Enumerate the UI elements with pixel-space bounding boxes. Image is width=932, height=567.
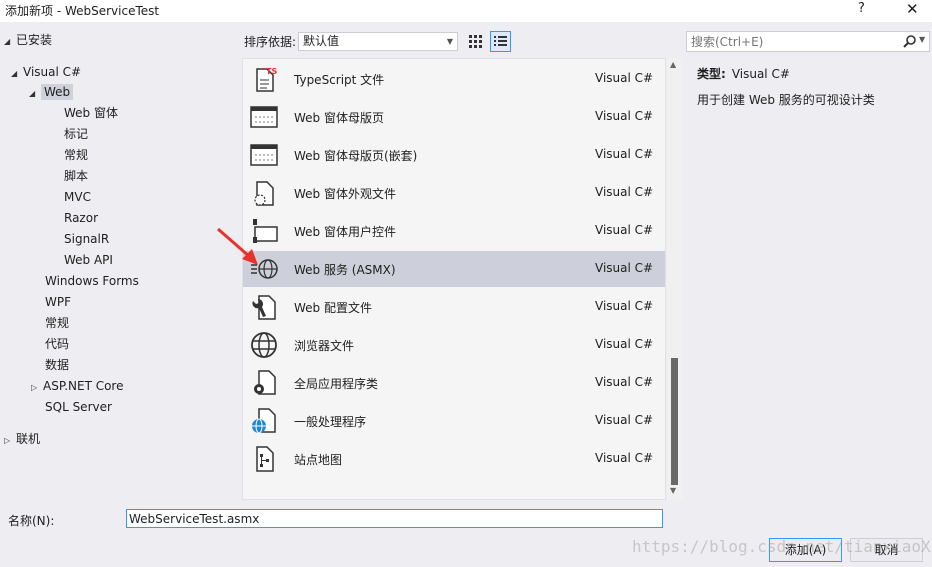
grid-view-icon bbox=[469, 35, 482, 48]
template-name: 全局应用程序类 bbox=[294, 377, 379, 391]
template-row[interactable]: 全局应用程序类 Visual C# bbox=[243, 365, 665, 401]
name-label: 名称(N): bbox=[8, 514, 55, 528]
template-row-selected[interactable]: Web 服务 (ASMX) Visual C# bbox=[243, 251, 665, 287]
template-language: Visual C# bbox=[595, 71, 654, 85]
help-button[interactable]: ? bbox=[858, 1, 865, 16]
tree-node-code[interactable]: 代码 bbox=[45, 334, 69, 354]
template-row[interactable]: Web 窗体母版页(嵌套) Visual C# bbox=[243, 137, 665, 173]
template-language: Visual C# bbox=[595, 337, 654, 351]
template-name: Web 配置文件 bbox=[294, 301, 372, 315]
tree-node-data[interactable]: 数据 bbox=[45, 355, 69, 375]
nested-master-page-icon bbox=[250, 144, 278, 166]
template-language: Visual C# bbox=[595, 147, 654, 161]
skin-file-icon bbox=[254, 181, 274, 206]
template-language: Visual C# bbox=[595, 223, 654, 237]
template-row[interactable]: TS TypeScript 文件 Visual C# bbox=[243, 61, 665, 97]
template-name: Web 窗体母版页 bbox=[294, 111, 384, 125]
template-row[interactable]: Web 配置文件 Visual C# bbox=[243, 289, 665, 325]
generic-handler-icon bbox=[252, 408, 276, 434]
tree-node-web[interactable]: ◢ Web bbox=[29, 82, 74, 104]
tree-node-online[interactable]: ▷ 联机 bbox=[4, 429, 40, 449]
template-language: Visual C# bbox=[595, 109, 654, 123]
sort-label: 排序依据: bbox=[244, 35, 297, 49]
tree-node-sql-server[interactable]: SQL Server bbox=[45, 397, 112, 417]
template-row[interactable]: Web 窗体用户控件 Visual C# bbox=[243, 213, 665, 249]
tree-node-mvc[interactable]: MVC bbox=[64, 187, 91, 207]
template-language: Visual C# bbox=[595, 375, 654, 389]
red-arrow-annotation-icon bbox=[217, 227, 258, 265]
scroll-thumb[interactable] bbox=[671, 358, 678, 485]
details-type: 类型: Visual C# bbox=[697, 65, 790, 82]
tree-node-markup[interactable]: 标记 bbox=[64, 124, 88, 144]
template-language: Visual C# bbox=[595, 413, 654, 427]
web-config-icon bbox=[252, 295, 276, 320]
list-view-button[interactable] bbox=[490, 31, 511, 52]
tree-node-general[interactable]: 常规 bbox=[64, 145, 88, 165]
search-box[interactable]: ▼ bbox=[686, 31, 930, 52]
search-options-dropdown-icon[interactable]: ▼ bbox=[919, 35, 925, 44]
sort-dropdown[interactable]: 默认值 ▼ bbox=[298, 32, 458, 51]
tree-node-script[interactable]: 脚本 bbox=[64, 166, 88, 186]
template-name: Web 窗体母版页(嵌套) bbox=[294, 149, 418, 163]
search-icon[interactable] bbox=[903, 34, 917, 48]
list-view-icon bbox=[494, 36, 507, 46]
template-name: Web 服务 (ASMX) bbox=[294, 263, 396, 277]
tree-node-wpf[interactable]: WPF bbox=[45, 292, 71, 312]
sort-value: 默认值 bbox=[303, 34, 340, 48]
typescript-file-icon: TS bbox=[256, 67, 277, 92]
scroll-down-icon[interactable]: ▼ bbox=[670, 486, 676, 495]
browser-file-icon bbox=[251, 332, 277, 358]
expand-arrow-icon[interactable]: ▷ bbox=[4, 431, 16, 451]
template-language: Visual C# bbox=[595, 185, 654, 199]
title-bar: 添加新项 - WebServiceTest ? ✕ bbox=[0, 0, 932, 22]
template-row[interactable]: 一般处理程序 Visual C# bbox=[243, 403, 665, 439]
tree-node-aspnet-core[interactable]: ▷ ASP.NET Core bbox=[31, 376, 123, 396]
template-list-scrollbar[interactable]: ▲ ▼ bbox=[667, 58, 683, 500]
collapse-arrow-icon[interactable]: ◢ bbox=[4, 32, 16, 52]
template-list: TS TypeScript 文件 Visual C# Web 窗体母版页 Vis… bbox=[242, 58, 666, 500]
template-name: Web 窗体外观文件 bbox=[294, 187, 396, 201]
sitemap-icon bbox=[256, 446, 274, 472]
tree-node-general-2[interactable]: 常规 bbox=[45, 313, 69, 333]
tree-node-signalr[interactable]: SignalR bbox=[64, 229, 109, 249]
expand-arrow-icon[interactable]: ▷ bbox=[31, 378, 43, 398]
name-input[interactable] bbox=[126, 509, 663, 528]
watermark: https://blog.csdn.net/tianxiaoXiaZ bbox=[632, 537, 932, 556]
template-language: Visual C# bbox=[595, 299, 654, 313]
template-name: Web 窗体用户控件 bbox=[294, 225, 396, 239]
master-page-icon bbox=[250, 106, 278, 128]
details-type-label: 类型: bbox=[697, 67, 726, 81]
window-title: 添加新项 - WebServiceTest bbox=[5, 4, 160, 18]
category-tree: ◢ 已安装 ◢ Visual C# ◢ Web Web 窗体 标记 常规 脚本 MVC… bbox=[0, 26, 240, 502]
svg-text:TS: TS bbox=[266, 67, 277, 76]
template-row[interactable]: 站点地图 Visual C# bbox=[243, 441, 665, 477]
tree-node-razor[interactable]: Razor bbox=[64, 208, 98, 228]
template-row[interactable]: 浏览器文件 Visual C# bbox=[243, 327, 665, 363]
template-name: TypeScript 文件 bbox=[294, 73, 385, 87]
collapse-arrow-icon[interactable]: ◢ bbox=[29, 84, 41, 104]
global-app-class-icon bbox=[254, 370, 276, 395]
tree-node-windows-forms[interactable]: Windows Forms bbox=[45, 271, 139, 291]
close-button[interactable]: ✕ bbox=[906, 0, 919, 18]
details-type-value: Visual C# bbox=[731, 67, 790, 81]
details-description: 用于创建 Web 服务的可视设计类 bbox=[697, 93, 875, 107]
tree-node-installed[interactable]: ◢ 已安装 bbox=[4, 30, 52, 50]
chevron-down-icon: ▼ bbox=[446, 37, 453, 46]
collapse-arrow-icon[interactable]: ◢ bbox=[11, 64, 23, 84]
template-name: 站点地图 bbox=[294, 453, 343, 467]
scroll-up-icon[interactable]: ▲ bbox=[670, 60, 676, 69]
template-language: Visual C# bbox=[595, 451, 654, 465]
tree-node-visual-csharp[interactable]: ◢ Visual C# bbox=[11, 62, 81, 82]
template-language: Visual C# bbox=[595, 261, 654, 275]
tree-node-web-forms[interactable]: Web 窗体 bbox=[64, 103, 118, 123]
template-name: 浏览器文件 bbox=[294, 339, 355, 353]
template-row[interactable]: Web 窗体外观文件 Visual C# bbox=[243, 175, 665, 211]
template-name: 一般处理程序 bbox=[294, 415, 367, 429]
tree-node-web-api[interactable]: Web API bbox=[64, 250, 113, 270]
template-row[interactable]: Web 窗体母版页 Visual C# bbox=[243, 99, 665, 135]
search-input[interactable] bbox=[687, 32, 887, 51]
grid-view-button[interactable] bbox=[465, 31, 486, 52]
